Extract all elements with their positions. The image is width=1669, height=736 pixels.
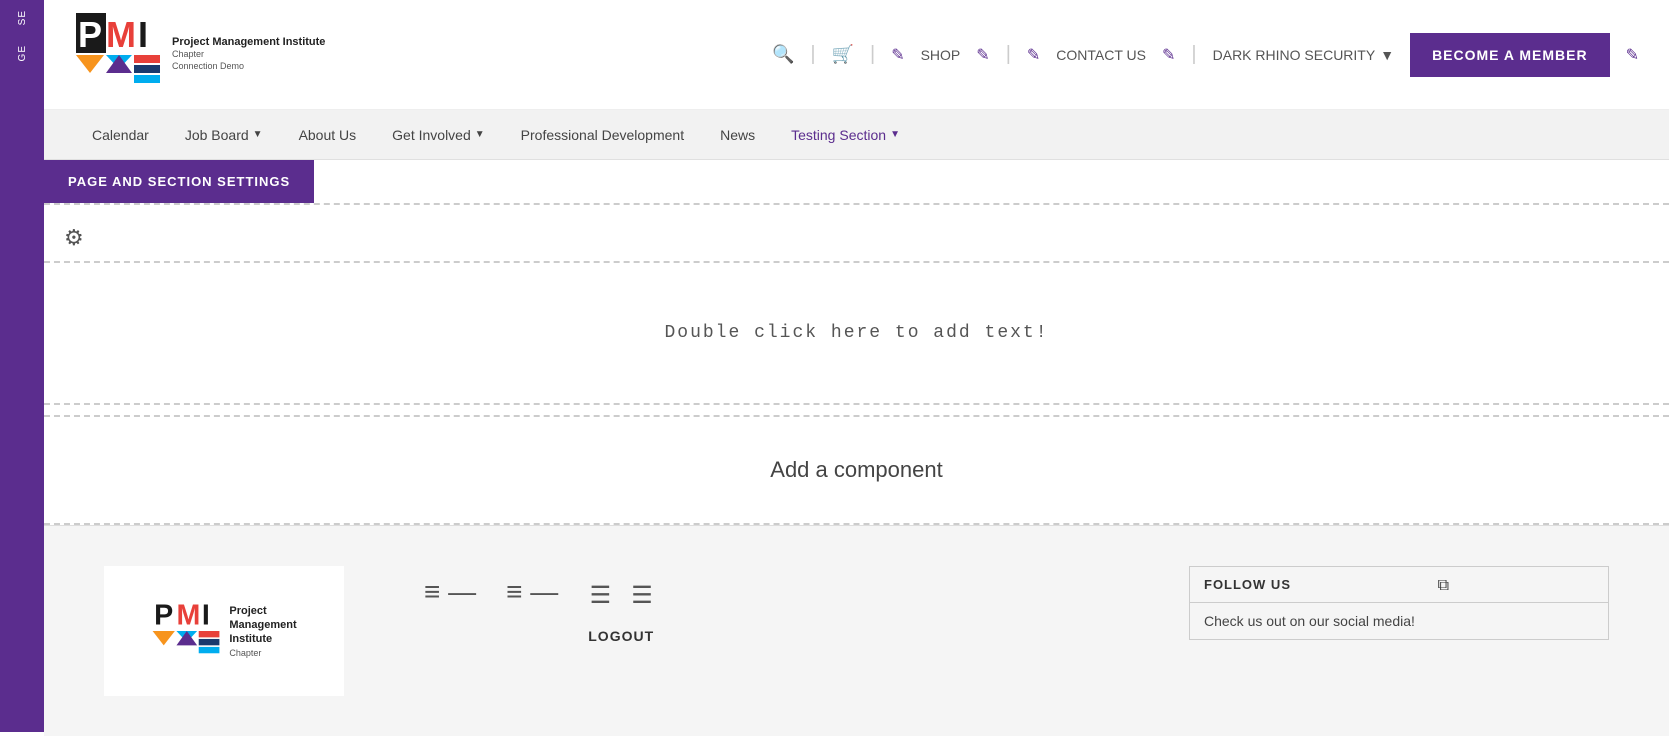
- nav-item-calendar[interactable]: Calendar: [74, 113, 167, 157]
- settings-bar-container: PAGE AND SECTION SETTINGS: [44, 160, 1669, 205]
- nav-item-testing[interactable]: Testing Section ▼: [773, 113, 918, 157]
- page-section-settings-bar[interactable]: PAGE AND SECTION SETTINGS: [44, 160, 314, 203]
- svg-text:M: M: [106, 14, 136, 55]
- text-section[interactable]: Double click here to add text!: [44, 261, 1669, 405]
- svg-text:P: P: [78, 14, 102, 55]
- footer-logout-col: ☰ ☰ LOGOUT: [588, 576, 654, 644]
- logo-area: P M I Project Management In: [74, 11, 325, 99]
- nav-get-involved-label: Get Involved: [392, 127, 471, 143]
- add-component-section[interactable]: Add a component: [44, 417, 1669, 525]
- nav-job-board-caret: ▼: [253, 129, 263, 140]
- footer-list-col-2: ≡ —: [506, 576, 558, 608]
- nav-job-board-label: Job Board: [185, 127, 249, 143]
- add-component-text: Add a component: [770, 457, 942, 482]
- page-wrapper: P M I Project Management In: [44, 0, 1669, 736]
- follow-us-text: Check us out on our social media!: [1190, 603, 1608, 639]
- dark-rhino-link[interactable]: DARK RHINO SECURITY ▼: [1213, 47, 1394, 63]
- nav-item-get-involved[interactable]: Get Involved ▼: [374, 113, 503, 157]
- gear-row: ⚙: [44, 215, 1669, 261]
- divider-1: |: [810, 43, 815, 66]
- placeholder-text: Double click here to add text!: [664, 323, 1048, 343]
- svg-text:I: I: [138, 14, 148, 55]
- header: P M I Project Management In: [44, 0, 1669, 110]
- footer-list-col-1: ≡ —: [424, 576, 476, 608]
- cart-icon[interactable]: 🛒: [832, 44, 854, 65]
- contact-pencil-icon[interactable]: ✎: [1162, 45, 1175, 65]
- become-member-button[interactable]: BECOME A MEMBER: [1410, 33, 1610, 77]
- pmi-logo-subtitle: ChapterConnection Demo: [172, 49, 325, 72]
- footer-pmi-title: ProjectManagementInstitute: [229, 604, 296, 647]
- footer: P M I ProjectManagementInstitute Chapter: [44, 525, 1669, 736]
- pmi-text-block: Project Management Institute ChapterConn…: [172, 36, 325, 73]
- member-edit-icon[interactable]: ✎: [1626, 45, 1639, 65]
- divider-4: |: [1191, 43, 1196, 66]
- follow-us-title: FOLLOW US: [1190, 567, 1608, 603]
- shop-link[interactable]: SHOP: [921, 47, 961, 63]
- svg-text:M: M: [177, 600, 201, 632]
- follow-us-box: FOLLOW US Check us out on our social med…: [1189, 566, 1609, 640]
- footer-list-icon-1[interactable]: ≡ —: [424, 576, 476, 608]
- search-icon[interactable]: 🔍: [772, 44, 794, 65]
- footer-pmi-subtitle: Chapter: [229, 648, 296, 658]
- pmi-logo-svg: P M I: [74, 11, 162, 99]
- svg-text:I: I: [202, 600, 210, 632]
- header-right: 🔍 | 🛒 | ✎ SHOP ✎ | ✎ CONTACT US ✎ | DARK…: [772, 33, 1639, 77]
- sidebar-item-ge[interactable]: GE: [17, 45, 28, 61]
- footer-logo-inner: P M I ProjectManagementInstitute Chapter: [151, 591, 296, 671]
- footer-menu-icon-2[interactable]: ☰: [631, 581, 653, 610]
- svg-text:P: P: [155, 600, 174, 632]
- divider-2: |: [870, 43, 875, 66]
- dark-rhino-label: DARK RHINO SECURITY: [1213, 47, 1376, 63]
- nav-testing-label: Testing Section: [791, 127, 886, 143]
- content-area: ⚙ Double click here to add text!: [44, 205, 1669, 417]
- contact-us-link[interactable]: CONTACT US: [1056, 47, 1146, 63]
- divider-3: |: [1006, 43, 1011, 66]
- nav-get-involved-caret: ▼: [475, 129, 485, 140]
- nav-testing-caret: ▼: [890, 129, 900, 140]
- nav-item-about-us[interactable]: About Us: [281, 113, 375, 157]
- footer-icons-row: ☰ ☰: [590, 581, 653, 610]
- dark-rhino-caret: ▼: [1380, 47, 1394, 63]
- footer-logout-button[interactable]: LOGOUT: [588, 628, 654, 644]
- footer-logo-box: P M I ProjectManagementInstitute Chapter: [104, 566, 344, 696]
- settings-gear-icon[interactable]: ⚙: [64, 225, 84, 251]
- footer-pmi-logo-svg: P M I: [151, 591, 221, 671]
- nav-item-job-board[interactable]: Job Board ▼: [167, 113, 281, 157]
- shop-edit-icon[interactable]: ✎: [891, 45, 904, 65]
- sidebar-item-se[interactable]: SE: [17, 10, 28, 25]
- footer-middle: ≡ — ≡ — ☰ ☰ LOGOUT: [424, 566, 654, 644]
- nav-item-news[interactable]: News: [702, 113, 773, 157]
- contact-edit-icon[interactable]: ✎: [1027, 45, 1040, 65]
- footer-right: FOLLOW US Check us out on our social med…: [1189, 566, 1609, 644]
- footer-pmi-text: ProjectManagementInstitute Chapter: [229, 604, 296, 659]
- nav-item-pro-dev[interactable]: Professional Development: [503, 113, 702, 157]
- pmi-logo-title: Project Management Institute: [172, 36, 325, 49]
- shop-pencil-icon[interactable]: ✎: [976, 45, 989, 65]
- left-sidebar: SE GE: [0, 0, 44, 732]
- footer-list-icon-2[interactable]: ≡ —: [506, 576, 558, 608]
- footer-menu-icon-1[interactable]: ☰: [590, 581, 612, 610]
- navbar: Calendar Job Board ▼ About Us Get Involv…: [44, 110, 1669, 160]
